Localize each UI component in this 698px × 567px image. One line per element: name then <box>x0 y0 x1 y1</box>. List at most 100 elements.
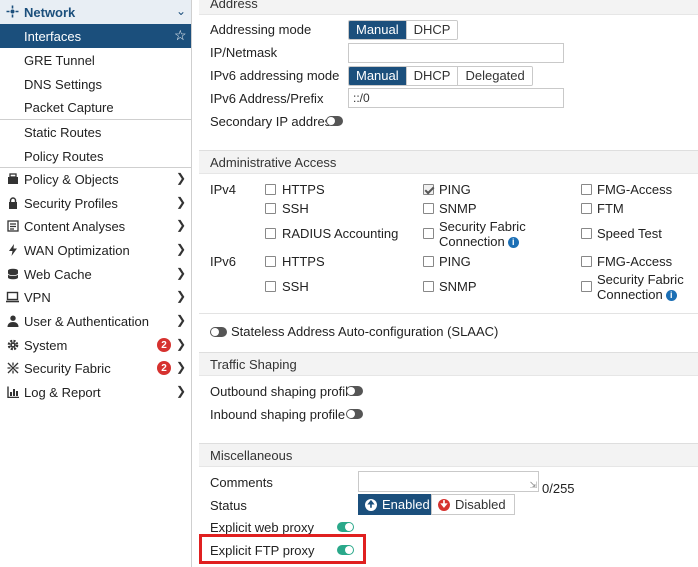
secondary-ip-toggle[interactable] <box>326 116 343 126</box>
content-icon <box>6 219 19 232</box>
network-icon <box>6 5 19 18</box>
sidebar-item-user-authentication[interactable]: User & Authentication ❯ <box>0 309 191 333</box>
sidebar-item-static-routes[interactable]: Static Routes <box>0 120 191 144</box>
ipv4-speed-test-label: Speed Test <box>597 226 662 241</box>
sidebar-item-wan-optimization[interactable]: WAN Optimization ❯ <box>0 238 191 262</box>
ipv6-fmg-label: FMG-Access <box>597 254 673 269</box>
ipv4-snmp-label: SNMP <box>439 201 477 216</box>
lock-icon <box>6 196 19 209</box>
ip-netmask-input[interactable] <box>348 43 564 63</box>
ipv4-snmp-checkbox[interactable] <box>423 203 434 214</box>
ipv6-https-label: HTTPS <box>282 254 325 269</box>
outbound-shaping-toggle[interactable] <box>346 386 363 396</box>
chevron-right-icon: ❯ <box>176 195 187 209</box>
v6-mode-delegated-button[interactable]: Delegated <box>458 67 532 85</box>
star-icon[interactable]: ☆ <box>174 27 187 44</box>
info-icon[interactable]: i <box>665 290 677 301</box>
v6-mode-dhcp-button[interactable]: DHCP <box>406 67 459 85</box>
notification-badge: 2 <box>157 338 171 352</box>
secondary-ip-label: Secondary IP address <box>210 114 338 129</box>
ipv6-ssh-label: SSH <box>282 279 309 294</box>
ipv4-fmg-checkbox[interactable] <box>581 184 592 195</box>
chevron-right-icon: ❯ <box>176 289 187 303</box>
sidebar-item-system[interactable]: System 2 ❯ <box>0 333 191 357</box>
sidebar-item-log-report[interactable]: Log & Report ❯ <box>0 380 191 404</box>
v6-mode-manual-button[interactable]: Manual <box>349 67 407 85</box>
ipv6-ssh-checkbox[interactable] <box>265 281 276 292</box>
sidebar-item-label: Policy & Objects <box>24 172 119 187</box>
ipv6-snmp-label: SNMP <box>439 279 477 294</box>
ipv4-ftm-checkbox[interactable] <box>581 203 592 214</box>
sidebar-item-interfaces[interactable]: Interfaces ☆ <box>0 24 191 48</box>
ipv6-prefix-input[interactable]: ::/0 <box>348 88 564 108</box>
ipv6-fabric-checkbox[interactable] <box>581 281 592 292</box>
explicit-ftp-proxy-toggle[interactable] <box>337 545 354 555</box>
arrow-up-circle-icon: 🠉 <box>365 498 377 511</box>
sidebar-item-gre-tunnel[interactable]: GRE Tunnel <box>0 48 191 72</box>
ipv4-radius-checkbox[interactable] <box>265 228 276 239</box>
sidebar-item-policy-routes[interactable]: Policy Routes <box>0 144 191 168</box>
sidebar-item-web-cache[interactable]: Web Cache ❯ <box>0 262 191 286</box>
info-icon[interactable]: i <box>507 237 519 248</box>
ipv4-https-checkbox[interactable] <box>265 184 276 195</box>
explicit-web-proxy-label: Explicit web proxy <box>210 520 315 535</box>
ipv6-ping-label: PING <box>439 254 471 269</box>
sidebar-item-vpn[interactable]: VPN ❯ <box>0 285 191 309</box>
divider <box>199 313 698 314</box>
ipv6-ping-checkbox[interactable] <box>423 256 434 267</box>
ipv4-label: IPv4 <box>210 182 237 197</box>
sidebar-item-policy-objects[interactable]: Policy & Objects ❯ <box>0 167 191 191</box>
slaac-toggle[interactable] <box>210 327 227 337</box>
sidebar-item-network[interactable]: Network ⌄ <box>0 0 191 24</box>
comments-char-count: 0/255 <box>542 481 575 496</box>
ipv4-ping-checkbox[interactable] <box>423 184 434 195</box>
status-enabled-label: Enabled <box>382 497 430 512</box>
status-enabled-button[interactable]: 🠉 Enabled <box>358 494 439 515</box>
comments-label: Comments <box>210 475 273 490</box>
explicit-ftp-proxy-label: Explicit FTP proxy <box>210 543 315 558</box>
ipv4-fabric-checkbox[interactable] <box>423 228 434 239</box>
resize-handle-icon[interactable]: ⇲ <box>529 480 537 491</box>
ipv4-fabric-label-line2: Connection i <box>439 234 519 249</box>
addressing-mode-toggle: Manual DHCP <box>348 20 459 40</box>
comments-textarea[interactable]: ⇲ <box>358 471 539 492</box>
ipv4-ssh-label: SSH <box>282 201 309 216</box>
inbound-shaping-label: Inbound shaping profile <box>210 407 346 422</box>
ipv6-snmp-checkbox[interactable] <box>423 281 434 292</box>
section-header-miscellaneous: Miscellaneous <box>199 443 698 467</box>
ipv4-speed-test-checkbox[interactable] <box>581 228 592 239</box>
ipv6-fabric-label: Security Fabric <box>597 272 684 287</box>
sidebar-item-label: Packet Capture <box>24 100 114 115</box>
ipv6-fmg-checkbox[interactable] <box>581 256 592 267</box>
monitor-icon <box>6 290 19 303</box>
status-disabled-button[interactable]: 🠋 Disabled <box>431 494 515 515</box>
sidebar-item-label: Network <box>24 5 76 20</box>
main-panel: Address Addressing mode Manual DHCP IP/N… <box>199 0 698 567</box>
ipv6-fabric-connection-text: Connection <box>597 287 663 302</box>
chevron-right-icon: ❯ <box>176 337 187 351</box>
sidebar-item-label: Policy Routes <box>24 149 104 164</box>
ipv4-fabric-connection-text: Connection <box>439 234 505 249</box>
mode-dhcp-button[interactable]: DHCP <box>406 21 458 39</box>
sidebar-item-packet-capture[interactable]: Packet Capture <box>0 95 191 119</box>
chevron-down-icon: ⌄ <box>176 4 187 18</box>
ipv4-ssh-checkbox[interactable] <box>265 203 276 214</box>
mode-manual-button[interactable]: Manual <box>349 21 407 39</box>
ipv6-addressing-mode-label: IPv6 addressing mode <box>210 68 340 83</box>
ipv4-fmg-label: FMG-Access <box>597 182 673 197</box>
ip-netmask-label: IP/Netmask <box>210 45 278 60</box>
sidebar-item-content-analyses[interactable]: Content Analyses ❯ <box>0 214 191 238</box>
sidebar-item-security-fabric[interactable]: Security Fabric 2 ❯ <box>0 356 191 380</box>
slaac-label: Stateless Address Auto-configuration (SL… <box>231 324 499 339</box>
sidebar-item-label: User & Authentication <box>24 314 150 329</box>
ipv6-https-checkbox[interactable] <box>265 256 276 267</box>
sidebar-item-label: GRE Tunnel <box>24 53 95 68</box>
chevron-right-icon: ❯ <box>176 242 187 256</box>
sidebar-item-security-profiles[interactable]: Security Profiles ❯ <box>0 191 191 215</box>
inbound-shaping-toggle[interactable] <box>346 409 363 419</box>
sidebar-item-label: Web Cache <box>24 267 92 282</box>
explicit-web-proxy-toggle[interactable] <box>337 522 354 532</box>
bolt-icon <box>6 243 19 256</box>
notification-badge: 2 <box>157 361 171 375</box>
sidebar-item-dns-settings[interactable]: DNS Settings <box>0 72 191 96</box>
